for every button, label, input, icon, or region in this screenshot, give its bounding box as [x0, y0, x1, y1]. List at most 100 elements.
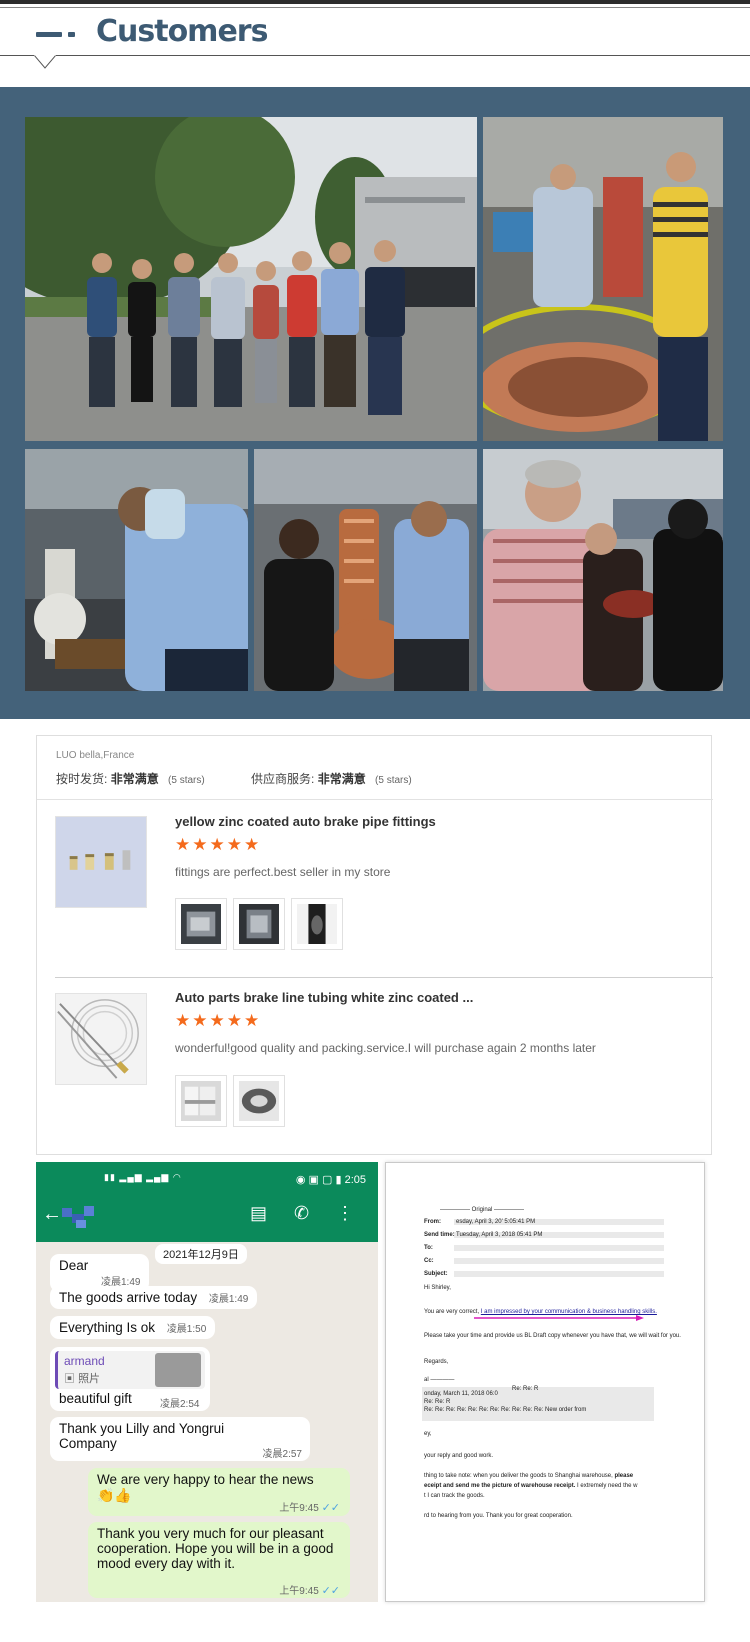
- review-photo-thumbnail[interactable]: [233, 1075, 285, 1127]
- product-comment-2: wonderful!good quality and packing.servi…: [175, 1041, 596, 1055]
- email-note-c: eceipt and send me the picture of wareho…: [424, 1483, 576, 1489]
- email-original-label: Original: [471, 1207, 493, 1213]
- email-screenshot: ————— Original ————— From: esday, April …: [385, 1162, 705, 1602]
- product-image-tubing[interactable]: [55, 993, 147, 1085]
- status-bar-right: ◉ ▣ ▢ ▮ 2:05: [296, 1173, 366, 1186]
- review-photo-thumbnail[interactable]: [175, 1075, 227, 1127]
- email-original-marker: ————— Original —————: [440, 1207, 525, 1213]
- message-time: 凌晨2:57: [262, 1449, 302, 1460]
- shop-icon[interactable]: ▤: [250, 1203, 267, 1224]
- page: Customers LUO bella,France 按时发货: 非常满意 (5…: [0, 0, 750, 1642]
- back-arrow-icon[interactable]: ←: [42, 1203, 62, 1226]
- message-time: 上午9:45 ✓✓: [279, 1499, 340, 1514]
- page-title: Customers: [96, 14, 268, 49]
- email-reply: your reply and good work.: [424, 1453, 494, 1459]
- chat-message-sent[interactable]: Thank you very much for our pleasant coo…: [88, 1522, 350, 1598]
- email-cc-label: Cc:: [424, 1258, 434, 1264]
- message-time: 凌晨1:50: [166, 1324, 207, 1335]
- photo-sample-review: [483, 449, 723, 691]
- email-quote-subject: Re: Re: Re: Re: Re: Re: Re: Re: Re: Re: …: [424, 1407, 587, 1413]
- chat-header: ▮▮ ▂▄▆ ▂▄▆ ◠ ◉ ▣ ▢ ▮ 2:05 ← ▤ ✆ ⋮: [36, 1162, 378, 1242]
- email-note-line-2: eceipt and send me the picture of wareho…: [424, 1483, 637, 1489]
- whatsapp-chat-screenshot: ▮▮ ▂▄▆ ▂▄▆ ◠ ◉ ▣ ▢ ▮ 2:05 ← ▤ ✆ ⋮ 2021年1…: [36, 1162, 378, 1602]
- product-stars-2: ★★★★★: [175, 1011, 262, 1030]
- message-text: Everything Is ok: [59, 1320, 156, 1335]
- review-divider: [37, 799, 713, 800]
- email-regards: Regards,: [424, 1359, 449, 1365]
- rating-delivery-value: 非常满意: [110, 772, 159, 786]
- chat-message-received[interactable]: Everything Is ok 凌晨1:50: [50, 1316, 216, 1339]
- email-quote-date: onday, March 11, 2018 06:0: [424, 1391, 498, 1397]
- review-item-divider: [55, 977, 713, 978]
- header-dash-icon: [36, 32, 62, 37]
- reviewer-name: LUO bella,France: [56, 750, 135, 761]
- photo-copper-coil: [483, 117, 723, 441]
- message-time-text: 上午9:45: [279, 1586, 319, 1597]
- customer-review-card: LUO bella,France 按时发货: 非常满意 (5 stars) 供应…: [36, 735, 713, 1155]
- review-photo-thumbnail[interactable]: [175, 898, 227, 950]
- redaction-bar: [454, 1258, 664, 1264]
- quoted-message[interactable]: armand ▣ 照片: [55, 1351, 205, 1389]
- product-stars-1: ★★★★★: [175, 835, 262, 854]
- quoted-photo-thumbnail: [155, 1353, 201, 1387]
- quoted-type-text: 照片: [78, 1373, 101, 1385]
- email-closing: rd to hearing from you. Thank you for gr…: [424, 1513, 573, 1519]
- email-note-a: thing to take note: when you deliver the…: [424, 1473, 615, 1479]
- chat-message-sent[interactable]: We are very happy to hear the news 👏👍 上午…: [88, 1468, 350, 1516]
- status-icons: ◉ ▣ ▢ ▮: [295, 1174, 345, 1186]
- quoted-type: ▣ 照片: [64, 1370, 100, 1386]
- email-greeting: Hi Shirley,: [424, 1285, 451, 1291]
- add-call-icon[interactable]: ✆: [294, 1203, 309, 1224]
- header-notch-icon: [34, 55, 56, 69]
- review-photo-thumbnail[interactable]: [233, 898, 285, 950]
- message-text: We are very happy to hear the news: [97, 1472, 314, 1487]
- email-line-2: Please take your time and provide us BL …: [424, 1333, 681, 1339]
- product-title-2[interactable]: Auto parts brake line tubing white zinc …: [175, 990, 473, 1005]
- redaction-bar: [454, 1245, 664, 1251]
- header-underline: [0, 55, 750, 56]
- message-time: 凌晨1:49: [208, 1294, 249, 1305]
- email-note-d: I extremely need the w: [575, 1483, 638, 1489]
- header-dot-icon: [68, 32, 75, 37]
- product-title-1[interactable]: yellow zinc coated auto brake pipe fitti…: [175, 814, 436, 829]
- product-image-fittings[interactable]: [55, 816, 147, 908]
- read-receipt-icon: ✓✓: [321, 1585, 340, 1597]
- email-sent-value: Tuesday, April 3, 2018 05:41 PM: [456, 1232, 543, 1238]
- email-line-1a: You are very correct,: [424, 1309, 481, 1315]
- rating-delivery-stars: (5 stars): [168, 775, 205, 786]
- email-to-label: To:: [424, 1245, 433, 1251]
- header-thin-rule: [0, 7, 750, 8]
- photo-icon: ▣: [64, 1373, 79, 1385]
- chat-message-reply[interactable]: armand ▣ 照片 beautiful gift 凌晨2:54: [50, 1347, 210, 1411]
- email-note-line-1: thing to take note: when you deliver the…: [424, 1473, 633, 1479]
- message-text: Thank you Lilly and Yongrui Company: [59, 1421, 225, 1451]
- more-menu-icon[interactable]: ⋮: [336, 1203, 354, 1224]
- email-note-line-3: t I can track the goods.: [424, 1493, 485, 1499]
- message-time: 凌晨2:54: [160, 1399, 200, 1410]
- email-from-label: From:: [424, 1219, 441, 1225]
- photo-microscope-inspection: [25, 449, 248, 691]
- read-receipt-icon: ✓✓: [321, 1502, 340, 1514]
- chat-message-received[interactable]: The goods arrive today 凌晨1:49: [50, 1286, 258, 1309]
- chat-message-received[interactable]: Thank you Lilly and Yongrui Company 凌晨2:…: [50, 1417, 310, 1461]
- rating-service: 供应商服务: 非常满意 (5 stars): [251, 770, 412, 787]
- photo-group-visit: [25, 117, 477, 441]
- email-signature-line: al ————: [424, 1377, 455, 1383]
- message-time: 上午9:45 ✓✓: [279, 1582, 340, 1597]
- message-text: Thank you very much for our pleasant coo…: [97, 1526, 334, 1571]
- review-photo-thumbnail[interactable]: [291, 898, 343, 950]
- customer-photo-collage: [0, 87, 750, 719]
- email-quote-re: Re: Re: R: [512, 1386, 539, 1392]
- rating-delivery: 按时发货: 非常满意 (5 stars): [56, 770, 205, 787]
- status-bar-signal-icons: ▮▮ ▂▄▆ ▂▄▆ ◠: [104, 1172, 182, 1182]
- email-sent-label: Send time:: [424, 1232, 455, 1238]
- product-comment-1: fittings are perfect.best seller in my s…: [175, 865, 391, 879]
- email-subject-label: Subject:: [424, 1271, 448, 1277]
- highlight-arrow-icon: [474, 1315, 644, 1321]
- email-from-value: esday, April 3, 20' 5:05:41 PM: [456, 1219, 536, 1225]
- contact-avatar[interactable]: [62, 1206, 102, 1228]
- message-text: The goods arrive today: [59, 1290, 198, 1305]
- status-time: 2:05: [344, 1174, 366, 1186]
- photo-copper-tube-rack: [254, 449, 477, 691]
- chat-date-chip: 2021年12月9日: [155, 1244, 247, 1264]
